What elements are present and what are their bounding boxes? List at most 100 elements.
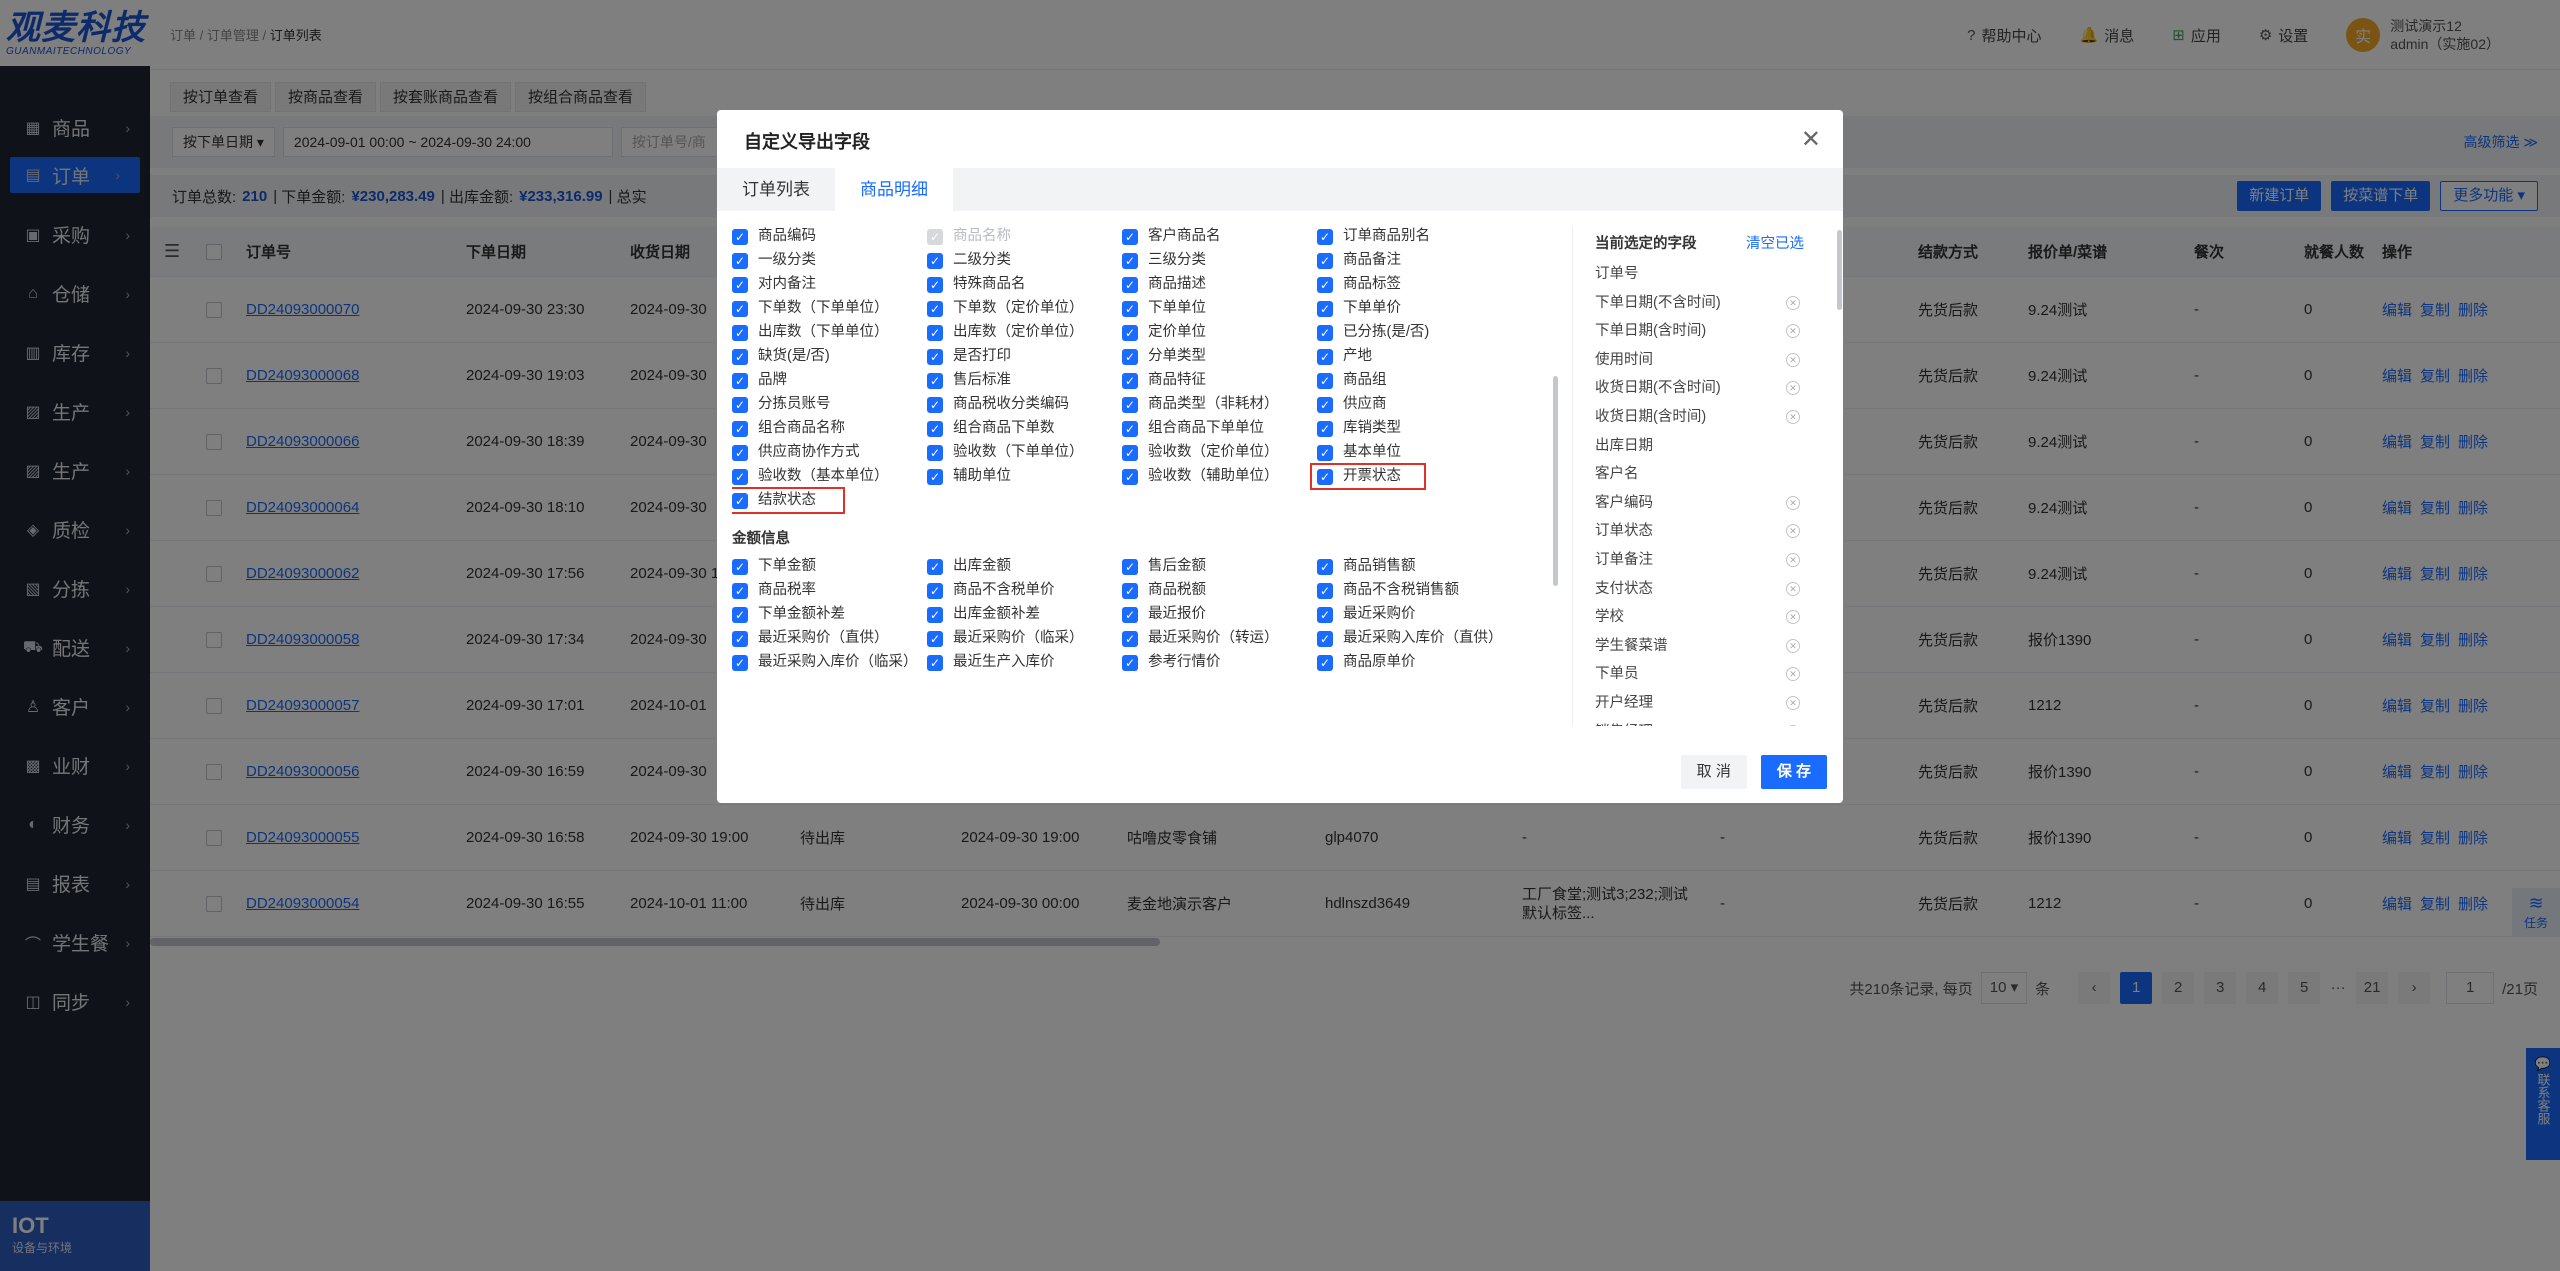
field-checkbox[interactable]: ✓ 结款状态 bbox=[732, 487, 845, 514]
field-checkbox[interactable]: ✓ 商品销售额 bbox=[1317, 556, 1512, 577]
field-checkbox[interactable]: ✓ 特殊商品名 bbox=[927, 274, 1122, 295]
field-checkbox[interactable]: ✓ 商品组 bbox=[1317, 370, 1512, 391]
field-label: 商品编码 bbox=[758, 228, 816, 244]
field-checkbox[interactable]: ✓ 商品名称 bbox=[927, 226, 1122, 247]
field-checkbox[interactable]: ✓ 商品税额 bbox=[1122, 580, 1317, 601]
field-checkbox[interactable]: ✓ 售后金额 bbox=[1122, 556, 1317, 577]
field-checkbox[interactable]: ✓ 出库数（下单单位） bbox=[732, 322, 927, 343]
field-checkbox[interactable]: ✓ 商品编码 bbox=[732, 226, 927, 247]
check-icon: ✓ bbox=[1122, 325, 1138, 341]
field-label: 最近采购价（直供） bbox=[758, 630, 889, 646]
tab-order-list[interactable]: 订单列表 bbox=[717, 168, 835, 211]
dialog-tabs: 订单列表 商品明细 bbox=[717, 168, 1843, 211]
field-checkbox[interactable]: ✓ 参考行情价 bbox=[1122, 652, 1317, 673]
field-checkbox[interactable]: ✓ 供应商 bbox=[1317, 394, 1512, 415]
remove-icon[interactable]: ✕ bbox=[1786, 638, 1800, 653]
tab-product-detail[interactable]: 商品明细 bbox=[835, 168, 953, 211]
field-checkbox[interactable]: ✓ 商品描述 bbox=[1122, 274, 1317, 295]
clear-selected-link[interactable]: 清空已选 bbox=[1746, 232, 1804, 256]
field-label: 出库数（定价单位） bbox=[953, 324, 1084, 340]
field-checkbox[interactable]: ✓ 最近采购入库价（直供） bbox=[1317, 628, 1512, 649]
field-checkbox[interactable]: ✓ 商品税率 bbox=[732, 580, 927, 601]
field-checkbox[interactable]: ✓ 商品不含税销售额 bbox=[1317, 580, 1512, 601]
remove-icon[interactable]: ✕ bbox=[1786, 667, 1800, 682]
remove-icon[interactable]: ✕ bbox=[1786, 552, 1800, 567]
check-icon: ✓ bbox=[732, 277, 748, 293]
remove-icon[interactable]: ✕ bbox=[1786, 610, 1800, 625]
field-checkbox[interactable]: ✓ 一级分类 bbox=[732, 250, 927, 271]
field-checkbox[interactable]: ✓ 品牌 bbox=[732, 370, 927, 391]
field-checkbox[interactable]: ✓ 最近报价 bbox=[1122, 604, 1317, 625]
cancel-button[interactable]: 取 消 bbox=[1680, 755, 1747, 789]
field-checkbox[interactable]: ✓ 验收数（辅助单位） bbox=[1122, 466, 1317, 487]
field-checkbox[interactable]: ✓ 出库金额补差 bbox=[927, 604, 1122, 625]
field-checkbox[interactable]: ✓ 下单数（定价单位） bbox=[927, 298, 1122, 319]
field-checkbox[interactable]: ✓ 三级分类 bbox=[1122, 250, 1317, 271]
field-checkbox[interactable]: ✓ 下单金额补差 bbox=[732, 604, 927, 625]
field-checkbox[interactable]: ✓ 库销类型 bbox=[1317, 418, 1512, 439]
check-icon: ✓ bbox=[1122, 655, 1138, 671]
field-checkbox[interactable]: ✓ 辅助单位 bbox=[927, 466, 1122, 487]
field-checkbox[interactable]: ✓ 售后标准 bbox=[927, 370, 1122, 391]
field-checkbox[interactable]: ✓ 商品原单价 bbox=[1317, 652, 1512, 673]
remove-icon[interactable]: ✕ bbox=[1786, 724, 1800, 726]
field-checkbox[interactable]: ✓ 分拣员账号 bbox=[732, 394, 927, 415]
close-icon[interactable]: ✕ bbox=[1801, 128, 1821, 152]
field-label: 售后标准 bbox=[953, 372, 1011, 388]
remove-icon[interactable]: ✕ bbox=[1786, 409, 1800, 424]
field-checkbox[interactable]: ✓ 组合商品下单单位 bbox=[1122, 418, 1317, 439]
field-checkbox[interactable]: ✓ 商品特征 bbox=[1122, 370, 1317, 391]
field-checkbox[interactable]: ✓ 商品税收分类编码 bbox=[927, 394, 1122, 415]
save-button[interactable]: 保 存 bbox=[1760, 755, 1827, 789]
field-checkbox[interactable]: ✓ 商品备注 bbox=[1317, 250, 1512, 271]
remove-icon[interactable]: ✕ bbox=[1786, 324, 1800, 339]
field-checkbox[interactable]: ✓ 最近采购入库价（临采） bbox=[732, 652, 927, 673]
selected-panel-scrollbar[interactable] bbox=[1837, 230, 1842, 310]
field-checkbox[interactable]: ✓ 商品不含税单价 bbox=[927, 580, 1122, 601]
remove-icon[interactable]: ✕ bbox=[1786, 381, 1800, 396]
remove-icon[interactable]: ✕ bbox=[1786, 524, 1800, 539]
field-label: 开票状态 bbox=[1343, 468, 1401, 484]
field-checkbox[interactable]: ✓ 下单数（下单单位） bbox=[732, 298, 927, 319]
field-list-scrollbar[interactable] bbox=[1553, 376, 1558, 586]
field-checkbox[interactable]: ✓ 组合商品名称 bbox=[732, 418, 927, 439]
field-checkbox[interactable]: ✓ 缺货(是/否) bbox=[732, 346, 927, 367]
field-checkbox[interactable]: ✓ 下单单价 bbox=[1317, 298, 1512, 319]
field-checkbox[interactable]: ✓ 最近采购价（转运） bbox=[1122, 628, 1317, 649]
field-checkbox[interactable]: ✓ 下单金额 bbox=[732, 556, 927, 577]
selected-field-label: 收货日期(含时间) bbox=[1595, 408, 1707, 425]
field-label: 商品税额 bbox=[1148, 582, 1206, 598]
field-checkbox[interactable]: ✓ 最近采购价 bbox=[1317, 604, 1512, 625]
selected-field-item: 客户编码 ✕ bbox=[1595, 489, 1832, 518]
field-checkbox[interactable]: ✓ 出库数（定价单位） bbox=[927, 322, 1122, 343]
field-checkbox[interactable]: ✓ 已分拣(是/否) bbox=[1317, 322, 1512, 343]
field-checkbox[interactable]: ✓ 验收数（下单单位） bbox=[927, 442, 1122, 463]
remove-icon[interactable]: ✕ bbox=[1786, 695, 1800, 710]
field-checkbox[interactable]: ✓ 对内备注 bbox=[732, 274, 927, 295]
remove-icon[interactable]: ✕ bbox=[1786, 581, 1800, 596]
field-checkbox[interactable]: ✓ 出库金额 bbox=[927, 556, 1122, 577]
field-checkbox[interactable]: ✓ 供应商协作方式 bbox=[732, 442, 927, 463]
remove-icon[interactable]: ✕ bbox=[1786, 352, 1800, 367]
remove-icon[interactable]: ✕ bbox=[1786, 295, 1800, 310]
field-checkbox[interactable]: ✓ 最近采购价（直供） bbox=[732, 628, 927, 649]
field-checkbox[interactable]: ✓ 定价单位 bbox=[1122, 322, 1317, 343]
field-checkbox[interactable]: ✓ 最近生产入库价 bbox=[927, 652, 1122, 673]
field-checkbox[interactable]: ✓ 组合商品下单数 bbox=[927, 418, 1122, 439]
field-checkbox[interactable]: ✓ 商品类型（非耗材） bbox=[1122, 394, 1317, 415]
field-checkbox[interactable]: ✓ 客户商品名 bbox=[1122, 226, 1317, 247]
remove-icon[interactable]: ✕ bbox=[1786, 495, 1800, 510]
field-checkbox[interactable]: ✓ 产地 bbox=[1317, 346, 1512, 367]
field-checkbox[interactable]: ✓ 下单单位 bbox=[1122, 298, 1317, 319]
field-checkbox[interactable]: ✓ 二级分类 bbox=[927, 250, 1122, 271]
field-checkbox[interactable]: ✓ 验收数（基本单位） bbox=[732, 466, 927, 487]
field-checkbox[interactable]: ✓ 开票状态 bbox=[1310, 463, 1426, 490]
field-checkbox[interactable]: ✓ 是否打印 bbox=[927, 346, 1122, 367]
check-icon: ✓ bbox=[1122, 559, 1138, 575]
field-checkbox[interactable]: ✓ 商品标签 bbox=[1317, 274, 1512, 295]
field-checkbox[interactable]: ✓ 订单商品别名 bbox=[1317, 226, 1512, 247]
field-checkbox[interactable]: ✓ 分单类型 bbox=[1122, 346, 1317, 367]
field-checkbox[interactable]: ✓ 验收数（定价单位） bbox=[1122, 442, 1317, 463]
field-checkbox[interactable]: ✓ 基本单位 bbox=[1317, 442, 1512, 463]
field-checkbox[interactable]: ✓ 最近采购价（临采） bbox=[927, 628, 1122, 649]
